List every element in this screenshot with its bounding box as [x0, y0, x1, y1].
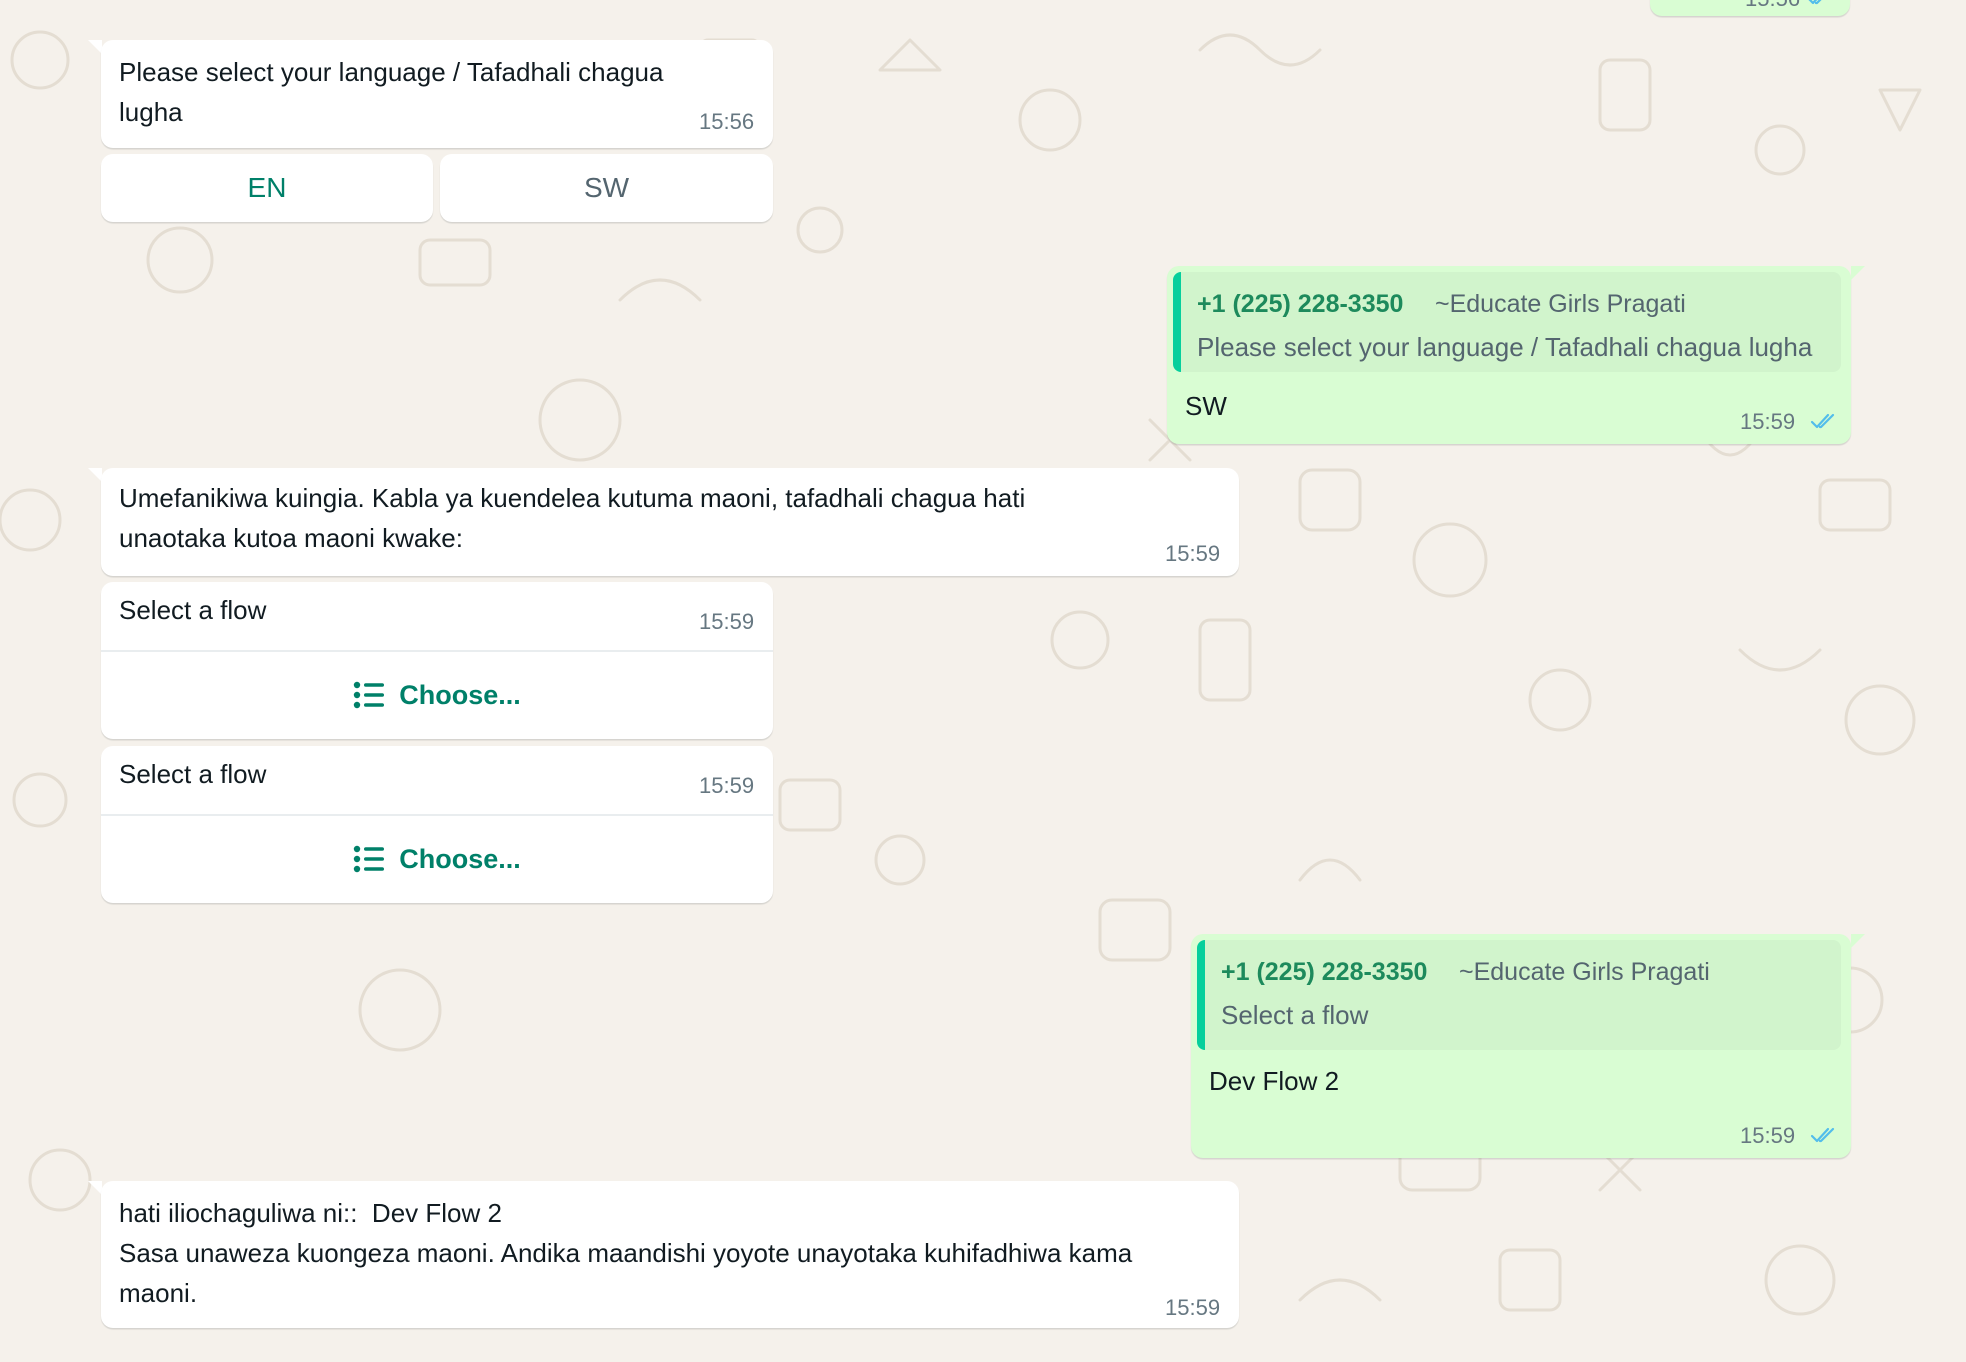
- message-time: 15:56: [1745, 0, 1800, 12]
- choose-label: Choose...: [399, 679, 521, 710]
- bubble-tail: [88, 40, 102, 54]
- message-text: Dev Flow 2: [1209, 1066, 1340, 1096]
- quoted-message[interactable]: +1 (225) 228-3350 ~Educate Girls Pragati…: [1197, 940, 1841, 1050]
- chat-panel[interactable]: 15:56 Please select your language / Tafa…: [0, 0, 1966, 1362]
- list-icon: [354, 681, 385, 709]
- outgoing-message-dev-flow: +1 (225) 228-3350 ~Educate Girls Pragati…: [1191, 934, 1851, 1158]
- message-text: SW: [1185, 391, 1227, 421]
- read-ticks-icon: [1810, 1127, 1835, 1143]
- list-icon: [354, 845, 385, 873]
- quoted-text: Please select your language / Tafadhali …: [1197, 332, 1813, 362]
- message-text-line2: Sasa unaweza kuongeza maoni. Andika maan…: [119, 1238, 1133, 1308]
- bubble-tail: [1851, 266, 1865, 280]
- quoted-sender-alias: ~Educate Girls Pragati: [1459, 958, 1710, 986]
- message-time: 15:59: [699, 773, 755, 798]
- choose-flow-button[interactable]: Choose...: [101, 652, 773, 738]
- quoted-message[interactable]: +1 (225) 228-3350 ~Educate Girls Pragati…: [1173, 272, 1841, 372]
- bubble-tail: [1851, 934, 1865, 948]
- bubble-tail: [88, 1181, 102, 1195]
- quoted-sender-alias: ~Educate Girls Pragati: [1435, 290, 1686, 318]
- incoming-message-select-flow: Select a flow 15:59 Choose...: [101, 582, 773, 739]
- choose-flow-button[interactable]: Choose...: [101, 816, 773, 902]
- incoming-message-language-prompt: Please select your language / Tafadhali …: [101, 40, 773, 148]
- quick-reply-label: EN: [247, 172, 287, 203]
- quoted-sender: +1 (225) 228-3350: [1197, 290, 1404, 318]
- read-ticks-icon: [1808, 0, 1822, 5]
- message-text: Select a flow: [119, 595, 267, 625]
- message-text: Umefanikiwa kuingia. Kabla ya kuendelea …: [119, 483, 1026, 553]
- quoted-sender: +1 (225) 228-3350: [1221, 958, 1428, 986]
- bubble-tail: [88, 468, 102, 482]
- message-time: 15:59: [1740, 409, 1796, 434]
- read-ticks-icon: [1810, 413, 1835, 429]
- incoming-message-confirmation: hati iliochaguliwa ni:: Dev Flow 2 Sasa …: [101, 1181, 1239, 1328]
- message-time: 15:59: [1165, 1295, 1221, 1320]
- message-time: 15:59: [699, 609, 755, 634]
- quoted-text: Select a flow: [1221, 1000, 1369, 1030]
- message-text-line1: hati iliochaguliwa ni:: Dev Flow 2: [119, 1198, 502, 1228]
- incoming-message-login-success: Umefanikiwa kuingia. Kabla ya kuendelea …: [101, 468, 1239, 576]
- choose-label: Choose...: [399, 843, 521, 874]
- message-time: 15:59: [1165, 541, 1221, 566]
- message-text: Please select your language / Tafadhali …: [119, 57, 664, 127]
- outgoing-message-sw: +1 (225) 228-3350 ~Educate Girls Pragati…: [1167, 266, 1851, 444]
- incoming-message-select-flow: Select a flow 15:59 Choose...: [101, 746, 773, 903]
- quick-reply-button-sw[interactable]: SW: [440, 154, 773, 222]
- message-time: 15:56: [699, 109, 755, 134]
- quick-reply-label: SW: [583, 172, 630, 203]
- message-time: 15:59: [1740, 1123, 1796, 1148]
- message-text: Select a flow: [119, 759, 267, 789]
- quick-reply-button-en[interactable]: EN: [101, 154, 433, 222]
